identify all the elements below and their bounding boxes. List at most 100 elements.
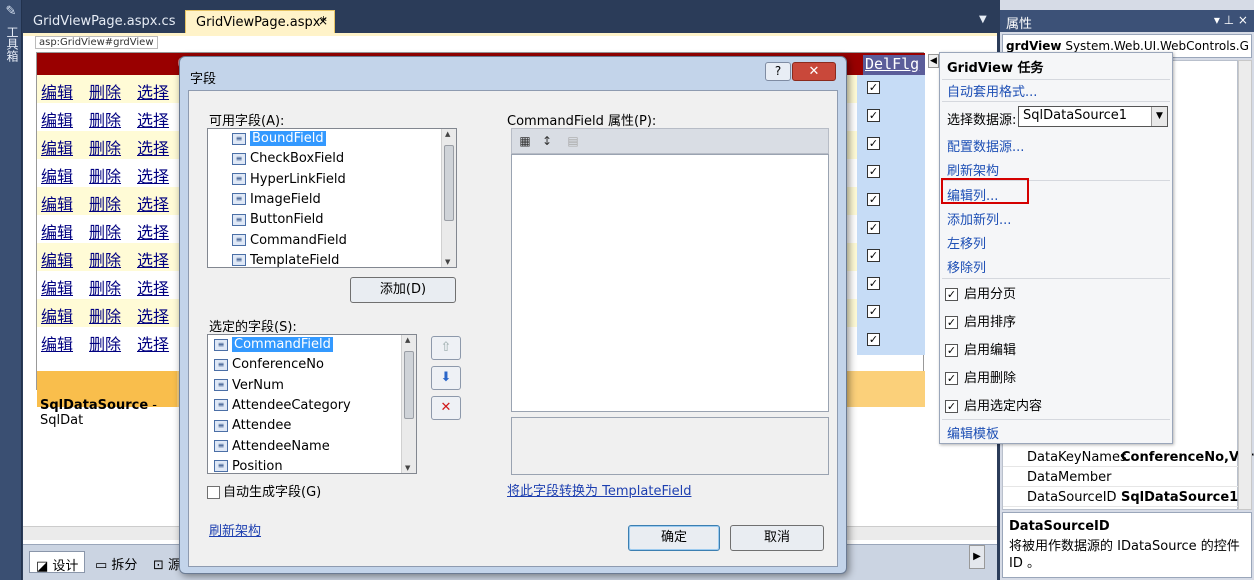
property-row[interactable]: DataMember — [1003, 468, 1239, 487]
add-field-button[interactable]: 添加(D) — [350, 277, 456, 303]
configure-datasource-link[interactable]: 配置数据源... — [947, 136, 1024, 155]
select-link[interactable]: 选择 — [137, 107, 169, 131]
edit-link[interactable]: 编辑 — [41, 191, 73, 215]
scroll-thumb[interactable] — [444, 145, 454, 221]
delete-link[interactable]: 删除 — [89, 331, 121, 355]
list-item[interactable]: ≡ VerNum — [214, 378, 284, 398]
checkbox-icon[interactable]: ✓ — [867, 109, 880, 122]
help-button[interactable]: ? — [765, 62, 791, 81]
alphabetical-icon[interactable]: ↕ — [538, 132, 556, 150]
delete-link[interactable]: 删除 — [89, 107, 121, 131]
list-item[interactable]: ≡ ImageField — [232, 192, 321, 212]
remove-column-link[interactable]: 移除列 — [947, 257, 986, 276]
list-scrollbar[interactable]: ▲ ▼ — [441, 129, 456, 267]
delete-link[interactable]: 删除 — [89, 275, 121, 299]
select-link[interactable]: 选择 — [137, 219, 169, 243]
checkbox-icon[interactable]: ✓ — [867, 305, 880, 318]
scroll-up-icon[interactable]: ▲ — [445, 130, 450, 138]
select-link[interactable]: 选择 — [137, 163, 169, 187]
property-pages-icon[interactable]: ▤ — [564, 132, 582, 150]
edit-link[interactable]: 编辑 — [41, 79, 73, 103]
list-item[interactable]: ≡ BoundField — [232, 131, 326, 151]
list-item[interactable]: ≡ TemplateField — [232, 253, 339, 267]
sqldatasource-bar[interactable]: SqlDataSource - SqlDat — [36, 392, 196, 428]
checkbox-icon[interactable]: ✓ — [867, 221, 880, 234]
tab-gridviewpage-cs[interactable]: GridViewPage.aspx.cs — [23, 10, 175, 34]
edit-link[interactable]: 编辑 — [41, 135, 73, 159]
tab-design[interactable]: ◪ 设计 — [29, 551, 86, 574]
move-column-left-link[interactable]: 左移列 — [947, 233, 986, 252]
scroll-down-icon[interactable]: ▼ — [405, 464, 410, 472]
field-property-grid[interactable] — [511, 154, 829, 412]
scroll-down-icon[interactable]: ▼ — [445, 258, 450, 266]
panel-controls-icon[interactable]: ▾ ⊥ × — [1214, 13, 1248, 27]
toolbox-pin-icon[interactable]: ✎ — [3, 4, 19, 20]
list-item[interactable]: ≡ HyperLinkField — [232, 172, 346, 192]
delete-link[interactable]: 删除 — [89, 247, 121, 271]
enable-selection-checkbox[interactable]: ✓ 启用选定内容 — [945, 395, 1042, 414]
select-link[interactable]: 选择 — [137, 247, 169, 271]
enable-paging-checkbox[interactable]: ✓ 启用分页 — [945, 283, 1016, 302]
checkbox-icon[interactable]: ✓ — [945, 400, 958, 413]
property-value[interactable]: SqlDataSource1 — [1121, 490, 1238, 505]
close-button[interactable]: ✕ — [792, 62, 836, 81]
auto-generate-checkbox[interactable]: 自动生成字段(G) — [207, 481, 321, 500]
select-link[interactable]: 选择 — [137, 303, 169, 327]
smart-tag-glyph-icon[interactable]: ◀ — [928, 54, 939, 68]
edit-link[interactable]: 编辑 — [41, 163, 73, 187]
edit-link[interactable]: 编辑 — [41, 275, 73, 299]
checkbox-icon[interactable]: ✓ — [867, 81, 880, 94]
convert-to-templatefield-link[interactable]: 将此字段转换为 TemplateField — [507, 480, 691, 499]
select-link[interactable]: 选择 — [137, 275, 169, 299]
list-item[interactable]: ≡ CheckBoxField — [232, 151, 344, 171]
toolbox-strip[interactable]: ✎ 工具箱 — [0, 0, 22, 580]
list-item[interactable]: ≡ AttendeeCategory — [214, 398, 351, 418]
toolbox-label[interactable]: 工具箱 — [4, 26, 19, 62]
checkbox-icon[interactable] — [207, 486, 220, 499]
edit-link[interactable]: 编辑 — [41, 331, 73, 355]
checkbox-icon[interactable]: ✓ — [867, 249, 880, 262]
property-row[interactable]: DataSourceID SqlDataSource1 — [1003, 488, 1239, 507]
add-new-column-link[interactable]: 添加新列... — [947, 209, 1011, 228]
list-item[interactable]: ≡ CommandField — [214, 337, 333, 357]
auto-format-link[interactable]: 自动套用格式... — [947, 81, 1037, 100]
list-item[interactable]: ≡ AttendeeName — [214, 439, 330, 459]
delete-link[interactable]: 删除 — [89, 303, 121, 327]
move-up-button[interactable]: ⇧ — [431, 336, 461, 360]
list-item[interactable]: ≡ ButtonField — [232, 212, 324, 232]
properties-scrollbar[interactable] — [1238, 60, 1252, 510]
edit-link[interactable]: 编辑 — [41, 247, 73, 271]
refresh-schema-link[interactable]: 刷新架构 — [209, 520, 261, 539]
edit-templates-link[interactable]: 编辑模板 — [947, 423, 999, 442]
available-fields-list[interactable]: ≡ BoundField ≡ CheckBoxField ≡ HyperLinkField… — [207, 128, 457, 268]
select-link[interactable]: 选择 — [137, 135, 169, 159]
cancel-button[interactable]: 取消 — [730, 525, 824, 551]
enable-deleting-checkbox[interactable]: ✓ 启用删除 — [945, 367, 1016, 386]
edit-link[interactable]: 编辑 — [41, 107, 73, 131]
categorized-icon[interactable]: ▦ — [516, 132, 534, 150]
checkbox-icon[interactable]: ✓ — [945, 372, 958, 385]
chevron-down-icon[interactable]: ▼ — [1151, 107, 1167, 126]
delete-link[interactable]: 删除 — [89, 219, 121, 243]
list-item[interactable]: ≡ Attendee — [214, 418, 291, 438]
enable-editing-checkbox[interactable]: ✓ 启用编辑 — [945, 339, 1016, 358]
tab-split[interactable]: ▭ 拆分 — [89, 551, 143, 573]
checkbox-icon[interactable]: ✓ — [867, 193, 880, 206]
chevron-down-icon[interactable]: ▼ — [979, 14, 987, 25]
checkbox-icon[interactable]: ✓ — [867, 277, 880, 290]
tab-gridviewpage-aspx[interactable]: GridViewPage.aspx* × — [185, 10, 335, 34]
list-item[interactable]: ≡ ConferenceNo — [214, 357, 324, 377]
close-icon[interactable]: × — [318, 14, 328, 28]
edit-link[interactable]: 编辑 — [41, 303, 73, 327]
delete-field-button[interactable]: ✕ — [431, 396, 461, 420]
list-item[interactable]: ≡ CommandField — [232, 233, 347, 253]
list-item[interactable]: ≡ Position — [214, 459, 283, 473]
checkbox-icon[interactable]: ✓ — [945, 288, 958, 301]
checkbox-icon[interactable]: ✓ — [867, 137, 880, 150]
ok-button[interactable]: 确定 — [628, 525, 720, 551]
edit-link[interactable]: 编辑 — [41, 219, 73, 243]
refresh-schema-link[interactable]: 刷新架构 — [947, 160, 999, 179]
delete-link[interactable]: 删除 — [89, 163, 121, 187]
list-scrollbar[interactable]: ▲ ▼ — [401, 335, 416, 473]
checkbox-icon[interactable]: ✓ — [945, 344, 958, 357]
